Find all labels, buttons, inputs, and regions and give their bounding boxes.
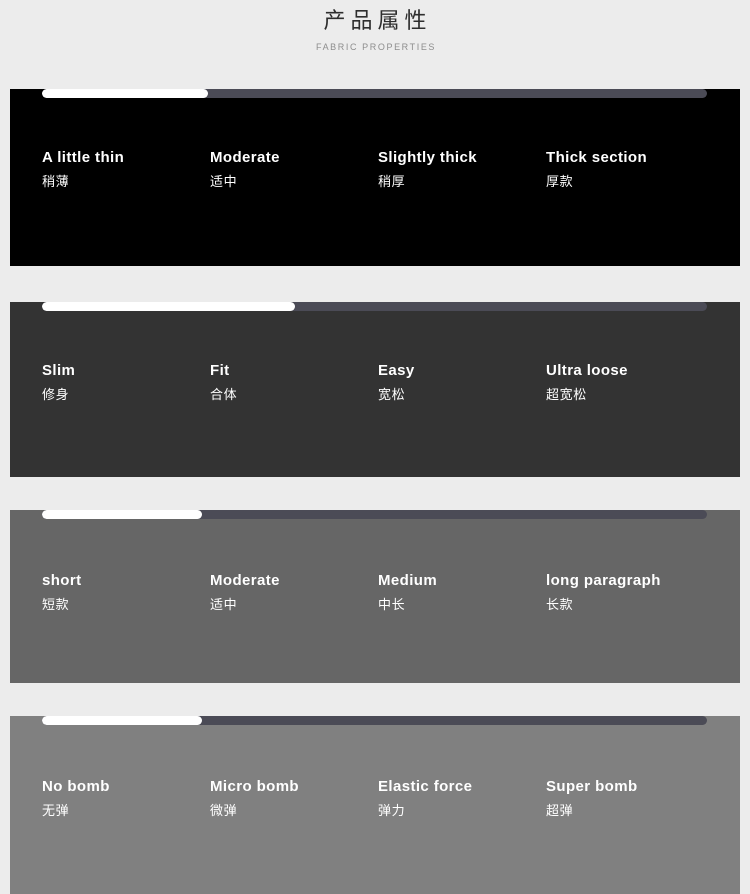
length-option-4[interactable]: long paragraph 长款 xyxy=(546,571,661,614)
elasticity-option-2[interactable]: Micro bomb 微弹 xyxy=(210,777,299,820)
option-label-en: Fit xyxy=(210,362,230,379)
option-label-en: Thick section xyxy=(546,149,648,166)
length-option-1[interactable]: short 短款 xyxy=(42,571,82,614)
fit-options: Slim 修身 Fit 合体 Easy 宽松 Ultra loose 超宽松 xyxy=(42,361,740,417)
option-label-zh: 合体 xyxy=(210,387,238,402)
fit-meter-fill xyxy=(42,302,295,311)
option-label-en: Slightly thick xyxy=(378,149,477,166)
property-panel-elasticity: No bomb 无弹 Micro bomb 微弹 Elastic force 弹… xyxy=(10,716,740,894)
property-panel-list: A little thin 稍薄 Moderate 适中 Slightly th… xyxy=(10,89,740,894)
option-label-en: Slim xyxy=(42,362,76,379)
length-meter[interactable] xyxy=(42,510,707,519)
option-label-zh: 稍薄 xyxy=(42,174,70,189)
fit-option-4[interactable]: Ultra loose 超宽松 xyxy=(546,361,628,404)
length-meter-fill xyxy=(42,510,202,519)
option-label-zh: 长款 xyxy=(546,597,574,612)
property-panel-fit: Slim 修身 Fit 合体 Easy 宽松 Ultra loose 超宽松 xyxy=(10,302,740,477)
thickness-option-4[interactable]: Thick section 厚款 xyxy=(546,148,647,191)
thickness-option-3[interactable]: Slightly thick 稍厚 xyxy=(378,148,477,191)
fit-meter[interactable] xyxy=(42,302,707,311)
option-label-en: Medium xyxy=(378,572,438,589)
fit-option-1[interactable]: Slim 修身 xyxy=(42,361,75,404)
option-label-zh: 修身 xyxy=(42,387,70,402)
length-option-2[interactable]: Moderate 适中 xyxy=(210,571,280,614)
option-label-en: long paragraph xyxy=(546,572,661,589)
option-label-en: Easy xyxy=(378,362,415,379)
option-label-zh: 超宽松 xyxy=(546,387,587,402)
option-label-en: Moderate xyxy=(210,572,280,589)
option-label-zh: 宽松 xyxy=(378,387,406,402)
elasticity-option-4[interactable]: Super bomb 超弹 xyxy=(546,777,638,820)
option-label-zh: 适中 xyxy=(210,174,238,189)
fit-option-2[interactable]: Fit 合体 xyxy=(210,361,237,404)
option-label-en: short xyxy=(42,572,82,589)
option-label-zh: 适中 xyxy=(210,597,238,612)
fit-option-3[interactable]: Easy 宽松 xyxy=(378,361,415,404)
thickness-meter[interactable] xyxy=(42,89,707,98)
option-label-en: Super bomb xyxy=(546,778,638,795)
thickness-option-2[interactable]: Moderate 适中 xyxy=(210,148,280,191)
thickness-option-1[interactable]: A little thin 稍薄 xyxy=(42,148,124,191)
option-label-en: A little thin xyxy=(42,149,125,166)
option-label-zh: 厚款 xyxy=(546,174,574,189)
option-label-zh: 中长 xyxy=(378,597,406,612)
length-option-3[interactable]: Medium 中长 xyxy=(378,571,437,614)
option-label-en: Micro bomb xyxy=(210,778,299,795)
elasticity-option-1[interactable]: No bomb 无弹 xyxy=(42,777,110,820)
option-label-en: No bomb xyxy=(42,778,110,795)
length-options: short 短款 Moderate 适中 Medium 中长 long para… xyxy=(42,571,740,627)
elasticity-options: No bomb 无弹 Micro bomb 微弹 Elastic force 弹… xyxy=(42,777,740,833)
option-label-zh: 微弹 xyxy=(210,803,238,818)
page-subtitle: FABRIC PROPERTIES xyxy=(315,42,437,52)
page-title: 产品属性 xyxy=(323,8,432,33)
option-label-en: Moderate xyxy=(210,149,280,166)
option-label-zh: 超弹 xyxy=(546,803,574,818)
option-label-zh: 稍厚 xyxy=(378,174,406,189)
option-label-zh: 无弹 xyxy=(42,803,70,818)
option-label-zh: 短款 xyxy=(42,597,70,612)
elasticity-meter-fill xyxy=(42,716,202,725)
option-label-en: Ultra loose xyxy=(546,362,628,379)
page-header: 产品属性 FABRIC PROPERTIES xyxy=(0,0,750,53)
thickness-options: A little thin 稍薄 Moderate 适中 Slightly th… xyxy=(42,148,740,204)
elasticity-option-3[interactable]: Elastic force 弹力 xyxy=(378,777,472,820)
property-panel-length: short 短款 Moderate 适中 Medium 中长 long para… xyxy=(10,510,740,683)
elasticity-meter[interactable] xyxy=(42,716,707,725)
option-label-en: Elastic force xyxy=(378,778,473,795)
thickness-meter-fill xyxy=(42,89,209,98)
option-label-zh: 弹力 xyxy=(378,803,406,818)
property-panel-thickness: A little thin 稍薄 Moderate 适中 Slightly th… xyxy=(10,89,740,266)
